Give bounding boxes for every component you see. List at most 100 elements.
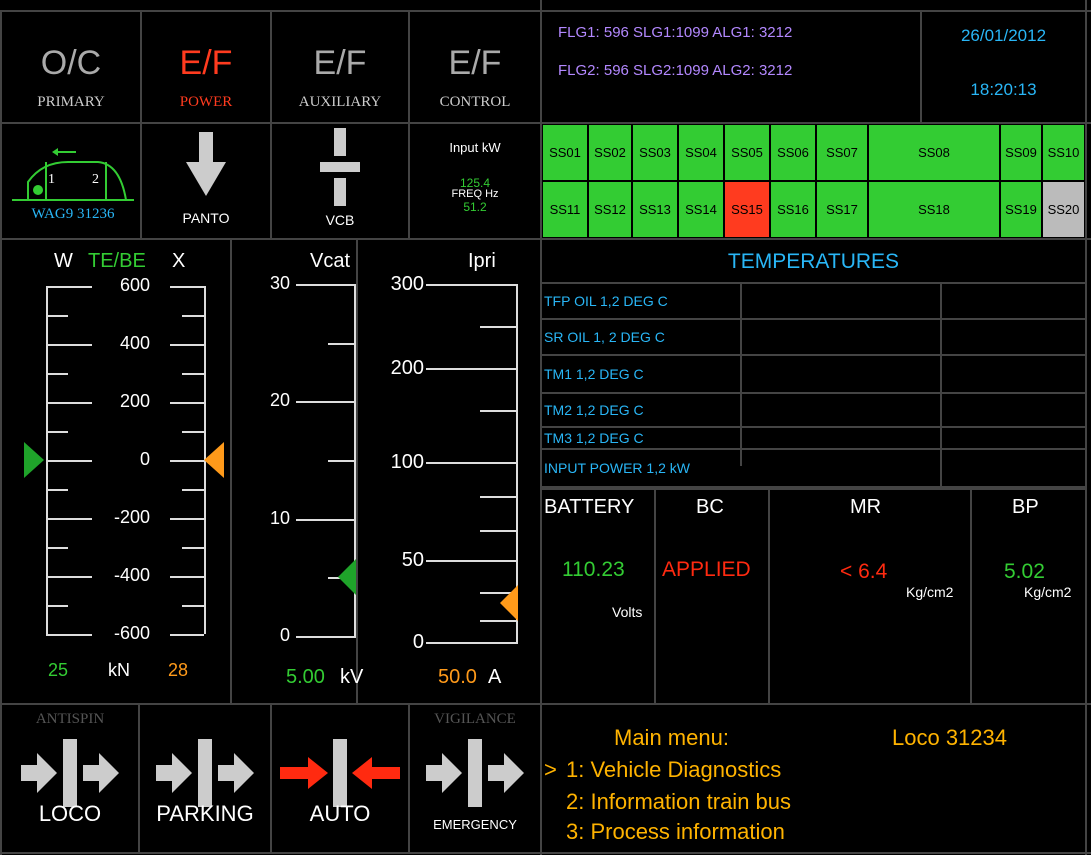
temperatures-panel: TEMPERATURES TFP OIL 1,2 DEG C SR OIL 1, … (542, 240, 1085, 488)
input-power-panel: Input kW 125.4 FREQ Hz 51.2 (410, 124, 540, 238)
status-code: E/F (313, 44, 367, 82)
vcat-minor-tick (328, 342, 356, 345)
subsystem-cell-ss05[interactable]: SS05 (724, 124, 770, 181)
te-minor-tick (182, 547, 204, 549)
vcat-title: Vcat (310, 250, 351, 272)
subsystem-cell-ss01[interactable]: SS01 (542, 124, 588, 181)
vcat-value: 5.00 (286, 666, 325, 688)
ipri-gauge: Ipri 50.0 A 300 200 100 50 0 (358, 240, 540, 703)
bp-title: BP (1012, 496, 1039, 518)
te-right-marker (204, 442, 224, 478)
subsystem-label: SS06 (777, 145, 809, 160)
te-left-value: 25 (48, 660, 69, 680)
ipri-value: 50.0 (438, 666, 477, 688)
date-display: 26/01/2012 (960, 26, 1047, 45)
subsystem-cell-ss07[interactable]: SS07 (816, 124, 868, 181)
status-tile-control[interactable]: E/F CONTROL (410, 12, 540, 122)
control-label: PARKING (156, 801, 254, 826)
subsystem-cell-ss15[interactable]: SS15 (724, 181, 770, 238)
control-label: AUTO (309, 801, 371, 826)
divider (1085, 0, 1087, 855)
subsystem-cell-ss03[interactable]: SS03 (632, 124, 678, 181)
bp-panel: BP 5.02 Kg/cm2 (972, 490, 1085, 703)
control-emergency[interactable]: VIGILANCE EMERGENCY (410, 705, 540, 852)
subsystem-cell-ss10[interactable]: SS10 (1042, 124, 1085, 181)
vcat-major-tick (296, 401, 356, 404)
panto-indicator[interactable]: PANTO (142, 124, 270, 238)
subsystem-cell-ss04[interactable]: SS04 (678, 124, 724, 181)
freq-label: FREQ Hz (451, 188, 499, 200)
status-code: O/C (40, 44, 102, 82)
status-tile-power[interactable]: E/F POWER (142, 12, 270, 122)
te-tick-label: 400 (119, 333, 150, 353)
te-scale-left (46, 286, 48, 634)
loco-diagram[interactable]: 1 2 WAG9 31236 (8, 130, 138, 230)
control-parking[interactable]: PARKING (140, 705, 270, 852)
flg-line-1: FLG1: 596 SLG1:1099 ALG1: 3212 (558, 24, 793, 41)
vcat-minor-tick (328, 460, 356, 462)
subsystem-label: SS03 (639, 145, 671, 160)
loco-number: Loco 31234 (892, 725, 1007, 750)
mr-value: < 6.4 (840, 560, 888, 583)
ipri-major-tick (426, 642, 518, 644)
bc-panel: BC APPLIED (656, 490, 768, 703)
temperatures-title: TEMPERATURES (542, 240, 1085, 284)
flg-line-2: FLG2: 596 SLG2:1099 ALG2: 3212 (558, 62, 793, 79)
subsystem-cell-ss13[interactable]: SS13 (632, 181, 678, 238)
battery-panel: BATTERY 110.23 Volts (542, 490, 654, 703)
te-minor-tick (46, 431, 68, 433)
ipri-title: Ipri (468, 250, 496, 272)
w-label: W (54, 250, 73, 272)
ipri-minor-tick (480, 530, 518, 532)
menu-item-process-information[interactable]: 3: Process information (566, 819, 785, 845)
subsystem-cell-ss20[interactable]: SS20 (1042, 181, 1085, 238)
te-major-tick (170, 344, 204, 346)
status-tile-auxiliary[interactable]: E/F AUXILIARY (272, 12, 408, 122)
ipri-minor-tick (480, 410, 518, 412)
panto-label: PANTO (182, 210, 230, 226)
subsystem-label: SS13 (639, 202, 671, 217)
bp-unit: Kg/cm2 (1024, 584, 1072, 600)
control-top-label: ANTISPIN (35, 711, 105, 727)
subsystem-cell-ss14[interactable]: SS14 (678, 181, 724, 238)
subsystem-cell-ss09[interactable]: SS09 (1000, 124, 1042, 181)
subsystem-cell-ss06[interactable]: SS06 (770, 124, 816, 181)
subsystem-cell-ss19[interactable]: SS19 (1000, 181, 1042, 238)
subsystem-cell-ss12[interactable]: SS12 (588, 181, 632, 238)
subsystem-grid: SS01 SS02 SS03 SS04 SS05 SS06 SS07 SS08 SS09 SS10… (542, 124, 1085, 238)
subsystem-cell-ss11[interactable]: SS11 (542, 181, 588, 238)
vcat-tick-label: 30 (269, 273, 290, 293)
cab-2-label: 2 (92, 172, 99, 187)
status-label: PRIMARY (37, 94, 105, 110)
te-tick-label: 0 (139, 449, 150, 469)
divider (940, 284, 942, 488)
temperature-label: INPUT POWER 1,2 kW (544, 460, 690, 476)
divider (140, 10, 142, 122)
temperature-row: TM1 1,2 DEG C (542, 356, 1085, 394)
temperature-row: TM3 1,2 DEG C (542, 428, 1085, 450)
subsystem-cell-ss08[interactable]: SS08 (868, 124, 1000, 181)
status-tile-primary[interactable]: O/C PRIMARY (2, 12, 140, 122)
te-major-tick (46, 402, 92, 404)
control-auto[interactable]: AUTO (272, 705, 408, 852)
te-minor-tick (182, 373, 204, 375)
subsystem-cell-ss02[interactable]: SS02 (588, 124, 632, 181)
vcb-indicator[interactable]: VCB (272, 124, 408, 238)
vcat-tick-label: 20 (269, 390, 290, 411)
subsystem-label: SS04 (685, 145, 717, 160)
subsystem-label: SS11 (549, 202, 581, 217)
subsystem-label: SS12 (594, 202, 626, 217)
control-loco[interactable]: ANTISPIN LOCO (2, 705, 138, 852)
te-major-tick (170, 460, 204, 462)
temperature-row: TM2 1,2 DEG C (542, 394, 1085, 428)
temperature-label: TM1 1,2 DEG C (544, 366, 644, 382)
ipri-marker (500, 585, 518, 621)
subsystem-cell-ss17[interactable]: SS17 (816, 181, 868, 238)
menu-item-information-train-bus[interactable]: 2: Information train bus (566, 789, 791, 815)
subsystem-cell-ss16[interactable]: SS16 (770, 181, 816, 238)
subsystem-cell-ss18[interactable]: SS18 (868, 181, 1000, 238)
control-label: EMERGENCY (433, 817, 517, 832)
ipri-tick-label: 300 (390, 273, 424, 295)
menu-item-vehicle-diagnostics[interactable]: 1: Vehicle Diagnostics (566, 757, 781, 783)
te-minor-tick (46, 605, 68, 607)
